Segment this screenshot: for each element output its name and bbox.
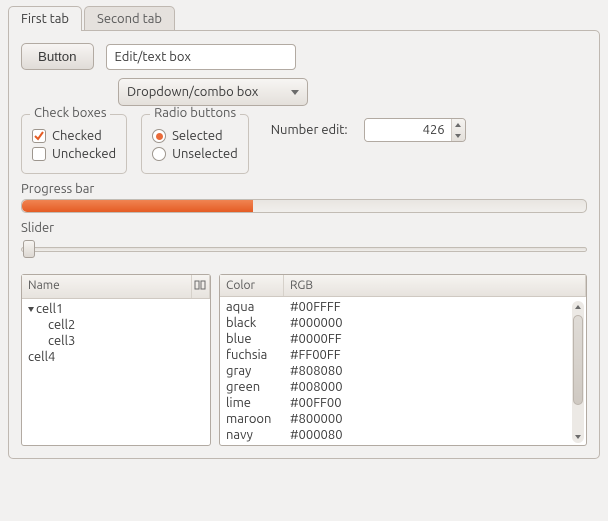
cell-rgb: #800000 bbox=[290, 412, 580, 426]
cell-color: maroon bbox=[226, 412, 290, 426]
table-row[interactable]: navy#000080 bbox=[224, 427, 582, 443]
radio-label: Selected bbox=[172, 129, 222, 143]
tree-item[interactable]: cell1 bbox=[26, 301, 206, 317]
cell-color: aqua bbox=[226, 300, 290, 314]
radio-unselected-row[interactable]: Unselected bbox=[152, 147, 238, 161]
cell-rgb: #000080 bbox=[290, 428, 580, 442]
spin-up-button[interactable] bbox=[452, 119, 465, 130]
button[interactable]: Button bbox=[21, 43, 94, 70]
tree-item-label: cell1 bbox=[36, 302, 63, 316]
table-body[interactable]: aqua#00FFFF black#000000 blue#0000FF fuc… bbox=[220, 297, 586, 445]
cell-color: lime bbox=[226, 396, 290, 410]
cell-rgb: #00FF00 bbox=[290, 396, 580, 410]
radio-icon bbox=[152, 129, 166, 143]
scroll-down-button[interactable] bbox=[572, 431, 584, 443]
tree-item[interactable]: cell2 bbox=[26, 317, 206, 333]
slider[interactable] bbox=[21, 238, 587, 260]
radio-selected-row[interactable]: Selected bbox=[152, 129, 238, 143]
radio-group-title: Radio buttons bbox=[150, 106, 240, 120]
cell-color: black bbox=[226, 316, 290, 330]
number-spin bbox=[364, 118, 466, 142]
checkbox-icon bbox=[32, 147, 46, 161]
tab-bar: First tab Second tab bbox=[8, 6, 600, 31]
checkbox-label: Unchecked bbox=[52, 147, 116, 161]
table-row[interactable]: lime#00FF00 bbox=[224, 395, 582, 411]
table-row[interactable]: green#008000 bbox=[224, 379, 582, 395]
number-input[interactable] bbox=[365, 119, 451, 141]
cell-color: green bbox=[226, 380, 290, 394]
cell-rgb: #0000FF bbox=[290, 332, 580, 346]
table-row[interactable]: blue#0000FF bbox=[224, 331, 582, 347]
cell-rgb: #00FFFF bbox=[290, 300, 580, 314]
radio-icon bbox=[152, 147, 166, 161]
dropdown-value: Dropdown/combo box bbox=[127, 85, 258, 99]
radio-group: Radio buttons Selected Unselected bbox=[141, 114, 249, 174]
checkbox-icon bbox=[32, 129, 46, 143]
dropdown-combo[interactable]: Dropdown/combo box bbox=[118, 78, 308, 106]
cell-rgb: #FF00FF bbox=[290, 348, 580, 362]
table-header-rgb[interactable]: RGB bbox=[284, 275, 586, 296]
cell-color: blue bbox=[226, 332, 290, 346]
number-edit-area: Number edit: bbox=[271, 118, 466, 142]
progress-section: Progress bar bbox=[21, 182, 587, 213]
arrow-down-icon bbox=[455, 134, 461, 138]
scroll-up-button[interactable] bbox=[572, 301, 584, 313]
tree-body[interactable]: cell1 cell2 cell3 cell4 bbox=[22, 299, 210, 445]
tree-header-name[interactable]: Name bbox=[22, 275, 192, 298]
table-row[interactable]: fuchsia#FF00FF bbox=[224, 347, 582, 363]
slider-rail bbox=[21, 247, 587, 252]
table-header-color[interactable]: Color bbox=[220, 275, 284, 296]
cell-color: fuchsia bbox=[226, 348, 290, 362]
tab-first[interactable]: First tab bbox=[8, 6, 82, 31]
expand-icon[interactable] bbox=[28, 307, 34, 312]
table-row[interactable]: maroon#800000 bbox=[224, 411, 582, 427]
slider-thumb[interactable] bbox=[23, 240, 35, 258]
tab-panel: Button Dropdown/combo box Check boxes Ch… bbox=[8, 30, 600, 459]
table-view: Color RGB aqua#00FFFF black#000000 blue#… bbox=[219, 274, 587, 446]
tree-item-label: cell3 bbox=[48, 334, 75, 348]
window: First tab Second tab Button Dropdown/com… bbox=[0, 0, 608, 467]
table-row[interactable]: black#000000 bbox=[224, 315, 582, 331]
progress-bar bbox=[21, 199, 587, 213]
spin-down-button[interactable] bbox=[452, 130, 465, 141]
checkbox-group-title: Check boxes bbox=[30, 106, 110, 120]
radio-label: Unselected bbox=[172, 147, 238, 161]
arrow-up-icon bbox=[575, 305, 581, 309]
progress-label: Progress bar bbox=[21, 182, 587, 196]
chevron-down-icon bbox=[291, 90, 299, 95]
checkbox-group: Check boxes Checked Unchecked bbox=[21, 114, 127, 174]
cell-color: navy bbox=[226, 428, 290, 442]
arrow-down-icon bbox=[575, 435, 581, 439]
edit-text-box[interactable] bbox=[106, 44, 296, 70]
progress-fill bbox=[22, 200, 253, 212]
cell-rgb: #000000 bbox=[290, 316, 580, 330]
cell-rgb: #808080 bbox=[290, 364, 580, 378]
checkbox-checked-row[interactable]: Checked bbox=[32, 129, 116, 143]
arrow-up-icon bbox=[455, 123, 461, 127]
columns-icon bbox=[194, 279, 206, 291]
checkbox-unchecked-row[interactable]: Unchecked bbox=[32, 147, 116, 161]
tree-item-label: cell2 bbox=[48, 318, 75, 332]
cell-color: gray bbox=[226, 364, 290, 378]
scroll-thumb[interactable] bbox=[573, 315, 583, 405]
tree-view: Name cell1 cell2 cell3 cell4 bbox=[21, 274, 211, 446]
vertical-scrollbar[interactable] bbox=[572, 301, 584, 443]
number-edit-label: Number edit: bbox=[271, 123, 348, 137]
tree-item[interactable]: cell3 bbox=[26, 333, 206, 349]
slider-section: Slider bbox=[21, 221, 587, 260]
table-row[interactable]: gray#808080 bbox=[224, 363, 582, 379]
table-row[interactable]: aqua#00FFFF bbox=[224, 299, 582, 315]
tree-item-label: cell4 bbox=[28, 350, 55, 364]
checkbox-label: Checked bbox=[52, 129, 102, 143]
cell-rgb: #008000 bbox=[290, 380, 580, 394]
slider-label: Slider bbox=[21, 221, 587, 235]
tab-second[interactable]: Second tab bbox=[84, 6, 175, 31]
tree-header-config[interactable] bbox=[192, 275, 210, 298]
tree-item[interactable]: cell4 bbox=[26, 349, 206, 365]
